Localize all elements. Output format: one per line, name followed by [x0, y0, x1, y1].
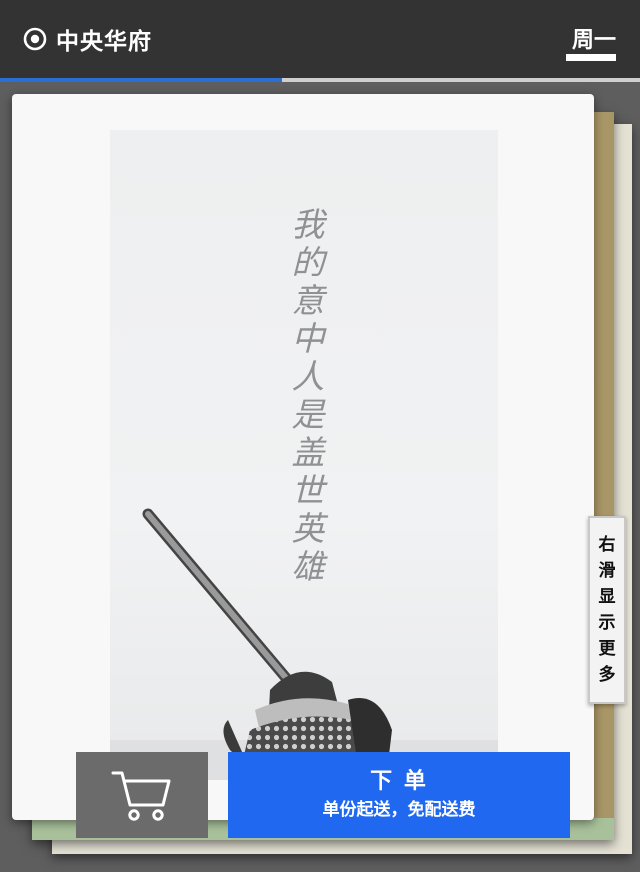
order-button-label: 下 单 [370, 769, 428, 794]
header-bar: 中央华府 周一 [0, 0, 640, 78]
meal-card[interactable]: 我的意中人是盖世英雄 [12, 94, 594, 820]
shopping-cart-icon [111, 771, 171, 821]
swipe-hint-char: 显 [598, 587, 616, 607]
progress-fill [0, 78, 282, 82]
progress-track [0, 78, 640, 82]
location-name: 中央华府 [56, 29, 152, 55]
meal-poster-image: 我的意中人是盖世英雄 [110, 130, 498, 780]
order-button-subtitle: 单份起送，免配送费 [322, 800, 476, 820]
cart-button[interactable] [76, 752, 208, 838]
weekday-tab[interactable]: 周一 [572, 22, 616, 54]
warrior-figure-image [110, 508, 498, 780]
order-button[interactable]: 下 单 单份起送，免配送费 [228, 752, 570, 838]
swipe-hint-char: 滑 [598, 561, 616, 581]
weekday-tab-underline [566, 54, 616, 61]
location-target-icon [23, 27, 47, 51]
swipe-hint-char: 多 [598, 665, 616, 685]
location-selector[interactable]: 中央华府 [22, 22, 152, 56]
swipe-hint-char: 示 [598, 613, 616, 633]
swipe-more-hint[interactable]: 右滑显示更多 [588, 516, 626, 704]
swipe-hint-char: 右 [598, 535, 616, 555]
swipe-hint-char: 更 [598, 639, 616, 659]
